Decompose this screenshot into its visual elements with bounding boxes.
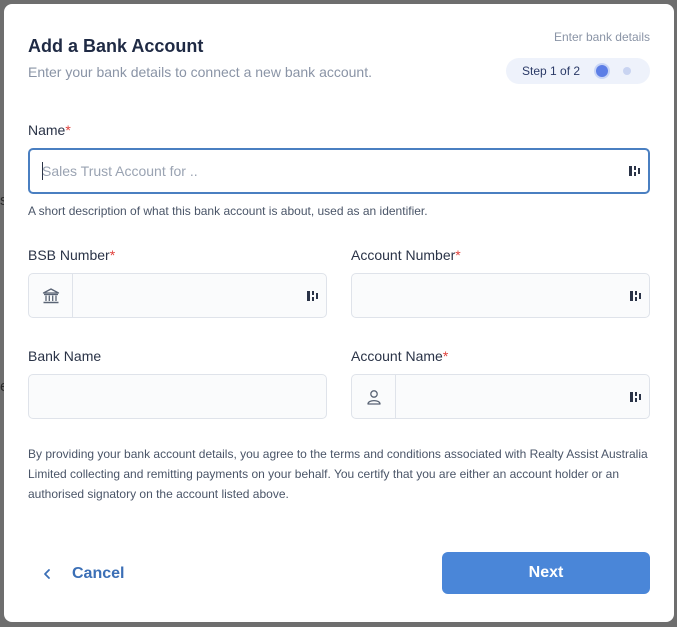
- required-asterisk: *: [109, 247, 116, 263]
- required-asterisk: *: [65, 122, 71, 138]
- bank-name-label: Bank Name: [28, 348, 102, 364]
- name-helper-text: A short description of what this bank ac…: [28, 204, 428, 218]
- text-caret: [42, 162, 43, 180]
- chevron-left-icon: [44, 569, 50, 579]
- account-number-field[interactable]: [351, 273, 650, 318]
- user-icon: [366, 389, 381, 405]
- bank-name-input[interactable]: [29, 375, 326, 418]
- bsb-prefix: [29, 274, 73, 317]
- account-name-input[interactable]: [396, 375, 629, 418]
- step-dot-active: [596, 65, 608, 77]
- bsb-field[interactable]: [28, 273, 327, 318]
- account-number-input[interactable]: [352, 274, 629, 317]
- cancel-label: Cancel: [72, 565, 125, 582]
- next-button[interactable]: Next: [442, 552, 650, 594]
- cancel-button[interactable]: Cancel: [42, 562, 124, 586]
- step-dot-inactive: [623, 67, 631, 75]
- step-caption: Enter bank details: [553, 30, 650, 44]
- name-field[interactable]: [28, 148, 650, 194]
- required-asterisk: *: [455, 247, 461, 263]
- account-number-label: Account Number*: [351, 247, 461, 263]
- password-manager-icon[interactable]: [629, 390, 643, 404]
- bsb-label: BSB Number*: [28, 247, 116, 263]
- required-asterisk: *: [442, 348, 449, 364]
- password-manager-icon[interactable]: [306, 289, 320, 303]
- name-label: Name*: [28, 122, 71, 138]
- account-name-label: Account Name*: [351, 348, 449, 364]
- dialog-title: Add a Bank Account: [28, 36, 204, 56]
- terms-text: By providing your bank account details, …: [28, 447, 648, 501]
- password-manager-icon[interactable]: [629, 289, 643, 303]
- add-bank-account-dialog: Add a Bank Account Enter your bank detai…: [4, 4, 674, 622]
- step-indicator: Step 1 of 2: [506, 58, 650, 84]
- bank-icon: [42, 287, 59, 303]
- account-name-prefix: [352, 375, 396, 418]
- step-text: Step 1 of 2: [522, 64, 581, 78]
- bsb-input[interactable]: [73, 274, 306, 317]
- password-manager-icon[interactable]: [628, 164, 642, 178]
- bank-name-field[interactable]: [28, 374, 327, 419]
- dialog-subtitle: Enter your bank details to connect a new…: [28, 64, 372, 80]
- name-input[interactable]: [30, 150, 628, 192]
- account-name-field[interactable]: [351, 374, 650, 419]
